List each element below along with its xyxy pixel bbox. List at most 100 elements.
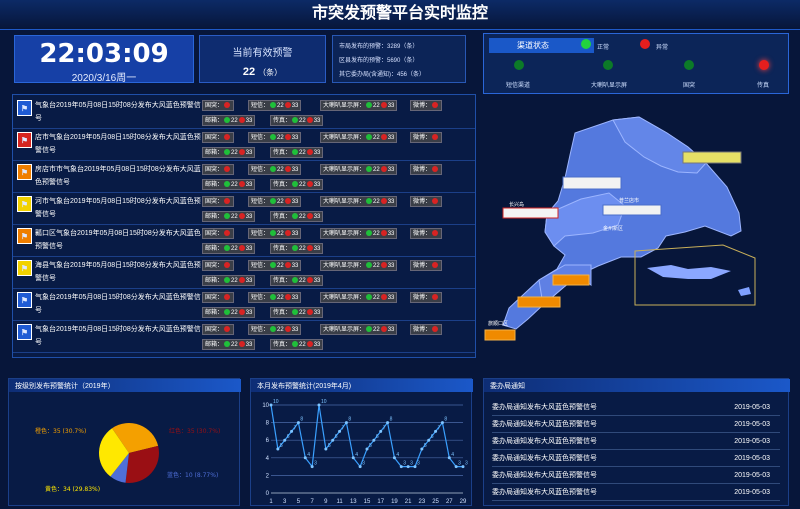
- chip-fax: 传真： 22 33: [270, 211, 324, 222]
- data-label: 3: [314, 461, 317, 467]
- chip-speaker: 大喇叭显示屏： 22 33: [320, 292, 398, 303]
- notice-text: 委办局通知发布大风蓝色预警信号: [492, 455, 597, 462]
- data-label: 6: [335, 434, 338, 440]
- pie-label: 红色：35 (30.7%): [169, 427, 220, 435]
- blue-gale-icon: ⚑: [17, 324, 32, 340]
- alert-row[interactable]: ⚑ 房店市市气象台2019年05月08日15时08分发布大风蓝色预警信号 国突： 短信…: [13, 160, 475, 193]
- alert-row[interactable]: ⚑ 瓤口区气象台2019年05月08日15时08分发布大风蓝色预警信号 国突： 短信：…: [13, 224, 475, 257]
- map-tag-orange-2[interactable]: [517, 296, 561, 308]
- alert-row[interactable]: ⚑ 气象台2019年05月08日15时08分发布大风蓝色预警信号 国突： 短信： 22 3…: [13, 288, 475, 321]
- alert-row[interactable]: ⚑ 气象台2019年05月08日15时08分发布大风蓝色预警信号 国突： 短信： 22 3…: [13, 320, 475, 353]
- blue-snow-icon: ⚑: [17, 292, 32, 308]
- chip-guotu: 国突：: [202, 100, 235, 111]
- island-chain[interactable]: [647, 265, 731, 279]
- chip-speaker: 大喇叭显示屏： 22 33: [320, 100, 398, 111]
- notice-item[interactable]: 委办局通知发布大风蓝色预警信号 2019-05-03: [492, 434, 780, 450]
- x-tick-label: 13: [350, 499, 357, 505]
- sms-status-icon: [514, 60, 524, 70]
- alert-row[interactable]: ⚑ 气象台2019年05月08日15时08分发布大风蓝色预警信号 国突： 短信： 22 3…: [13, 96, 475, 129]
- data-label: 10: [273, 399, 279, 405]
- alert-text: 瓤口区气象台2019年05月08日15时08分发布大风蓝色预警信号: [35, 230, 201, 250]
- data-label: 3: [410, 461, 413, 467]
- chip-sms: 短信： 22 33: [248, 196, 302, 207]
- map-label-lvshun: 旅顺口区: [488, 320, 508, 327]
- chip-speaker: 大喇叭显示屏： 22 33: [320, 196, 398, 207]
- chip-mail: 邮箱： 22 33: [202, 147, 256, 158]
- speaker-status-icon: [603, 60, 613, 70]
- data-label: 5: [328, 443, 331, 449]
- chip-sms: 短信： 22 33: [248, 260, 302, 271]
- stats-panel: 市局发布的预警：3289（条） 区县发布的预警：5690（条） 其它委办局(含通…: [332, 35, 466, 83]
- data-label: 8: [390, 417, 393, 423]
- chip-speaker: 大喇叭显示屏： 22 33: [320, 260, 398, 271]
- alert-row[interactable]: ⚑ 海县气象台2019年05月08日15时08分发布大风蓝色预警信号 国突： 短信： 2…: [13, 256, 475, 289]
- chip-mail: 邮箱： 22 33: [202, 211, 256, 222]
- notice-item[interactable]: 委办局通知发布大风蓝色预警信号 2019-05-03: [492, 485, 780, 501]
- y-tick-label: 4: [266, 456, 270, 462]
- chip-sms: 短信： 22 33: [248, 292, 302, 303]
- clock-date: 2020/3/16周一: [71, 73, 137, 84]
- chip-sms: 短信： 22 33: [248, 132, 302, 143]
- guotu-channel-label: 国突: [683, 83, 696, 89]
- chip-fax: 传真： 22 33: [270, 179, 324, 190]
- y-tick-label: 6: [266, 438, 270, 444]
- warning-count-unit: （条）: [258, 68, 283, 77]
- orange-fire-icon: ⚑: [17, 164, 32, 180]
- map-tag-blue-1[interactable]: [562, 176, 622, 190]
- active-warning-count: 22 （条）: [200, 66, 325, 78]
- chip-mail: 邮箱： 22 33: [202, 115, 256, 126]
- notice-item[interactable]: 委办局通知发布大风蓝色预警信号 2019-05-03: [492, 417, 780, 433]
- data-label: 4: [307, 452, 310, 458]
- alert-text: 气象台2019年05月08日15时08分发布大风蓝色预警信号: [35, 102, 201, 122]
- data-label: 3: [362, 461, 365, 467]
- chip-sms: 短信： 22 33: [248, 324, 302, 335]
- data-label: 6: [287, 434, 290, 440]
- sms-channel-label: 短信渠道: [506, 83, 531, 89]
- map-tag-yellow[interactable]: [682, 151, 742, 164]
- chip-guotu: 国突：: [202, 260, 235, 271]
- notice-item[interactable]: 委办局通知发布大风蓝色预警信号 2019-05-03: [492, 400, 780, 416]
- chip-fax: 传真： 22 33: [270, 147, 324, 158]
- pie-label: 橙色：35 (30.7%): [35, 427, 86, 435]
- map-label-changxing: 长兴岛: [509, 201, 524, 208]
- alert-text: 店市气象台2019年05月08日15时08分发布大风蓝色预警信号: [35, 134, 201, 154]
- data-label: 3: [458, 461, 461, 467]
- chip-sms: 短信： 22 33: [248, 100, 302, 111]
- map-tag-orange-3[interactable]: [484, 329, 516, 341]
- data-label: 5: [369, 443, 372, 449]
- notice-item[interactable]: 委办局通知发布大风蓝色预警信号 2019-05-03: [492, 451, 780, 467]
- alert-row[interactable]: ⚑ 河市气象台2019年05月08日15时08分发布大风蓝色预警信号 国突： 短信： 2…: [13, 192, 475, 225]
- active-warning-label: 当前有效预警: [232, 48, 293, 59]
- chip-sms: 短信： 22 33: [248, 164, 302, 175]
- data-label: 10: [321, 399, 327, 405]
- notice-text: 委办局通知发布大风蓝色预警信号: [492, 421, 597, 428]
- chip-sms: 短信： 22 33: [248, 228, 302, 239]
- stat-other: 其它委办局(含通知)：456（条）: [339, 72, 426, 78]
- clock-time: 22:03:09: [39, 39, 169, 69]
- map-tag-red[interactable]: [502, 207, 559, 219]
- data-label: 4: [451, 452, 454, 458]
- notice-text: 委办局通知发布大风蓝色预警信号: [492, 472, 597, 479]
- notice-text: 委办局通知发布大风蓝色预警信号: [492, 438, 597, 445]
- data-label: 8: [300, 417, 303, 423]
- notice-date: 2019-05-03: [734, 421, 770, 428]
- notice-item[interactable]: 委办局通知发布大风蓝色预警信号 2019-05-03: [492, 468, 780, 484]
- notice-title: 委办局通知: [484, 379, 790, 392]
- data-label: 8: [444, 417, 447, 423]
- legend-err-label: 异常: [656, 45, 669, 51]
- yellow-wave-icon: ⚑: [17, 196, 32, 212]
- map-tag-orange-1[interactable]: [552, 274, 590, 286]
- chip-mail: 邮箱： 22 33: [202, 179, 256, 190]
- data-label: 3: [465, 461, 468, 467]
- blue-wind-icon: ⚑: [17, 100, 32, 116]
- map-tag-blue-2[interactable]: [602, 204, 662, 216]
- monthly-line-chart: 02468101 3 5 7 9 11 13 15 17 19 21 23 25 27 2910567843…: [262, 399, 468, 505]
- chip-weibo: 微博：: [410, 324, 443, 335]
- chip-weibo: 微博：: [410, 292, 443, 303]
- alert-row[interactable]: ⚑ 店市气象台2019年05月08日15时08分发布大风蓝色预警信号 国突： 短信： 2…: [13, 128, 475, 161]
- small-island[interactable]: [738, 287, 751, 296]
- chip-weibo: 微博：: [410, 196, 443, 207]
- data-label: 7: [438, 425, 441, 431]
- orange-rain-icon: ⚑: [17, 228, 32, 244]
- legend-ok-icon: [581, 39, 591, 49]
